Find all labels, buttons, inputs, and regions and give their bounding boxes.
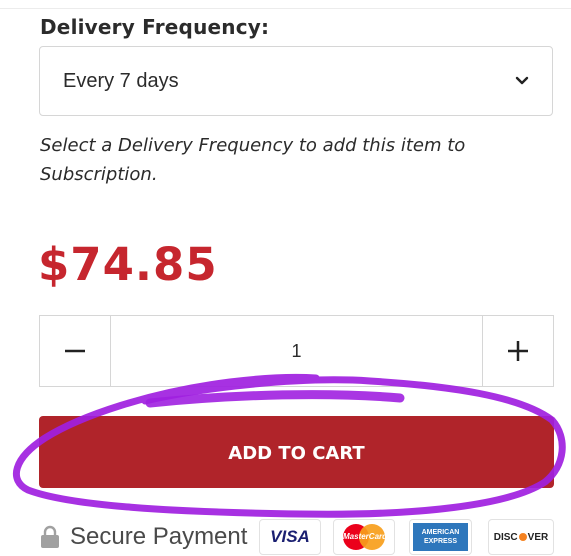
quantity-increase-button[interactable] xyxy=(482,316,553,386)
minus-icon xyxy=(65,349,85,353)
chevron-down-icon xyxy=(514,73,530,89)
delivery-frequency-heading: Delivery Frequency: xyxy=(40,15,270,39)
lock-icon xyxy=(41,525,59,548)
delivery-helper-text: Select a Delivery Frequency to add this … xyxy=(40,135,466,185)
amex-logo: AMERICAN EXPRESS xyxy=(409,519,472,555)
plus-icon xyxy=(508,341,528,361)
quantity-stepper: 1 xyxy=(39,315,554,387)
visa-card-logo: VISA xyxy=(259,519,321,555)
top-divider xyxy=(0,8,571,9)
secure-payment: Secure Payment xyxy=(40,520,247,554)
add-to-cart-button[interactable]: ADD TO CART xyxy=(39,416,554,488)
quantity-input[interactable]: 1 xyxy=(111,316,482,386)
product-price: $74.85 xyxy=(38,238,218,291)
delivery-frequency-value: Every 7 days xyxy=(63,70,179,92)
mastercard-logo: MasterCard xyxy=(333,519,395,555)
discover-logo: DISC VER xyxy=(488,519,554,555)
quantity-decrease-button[interactable] xyxy=(40,316,111,386)
delivery-frequency-select[interactable]: Every 7 days xyxy=(39,46,553,116)
secure-payment-label: Secure Payment xyxy=(70,523,248,550)
